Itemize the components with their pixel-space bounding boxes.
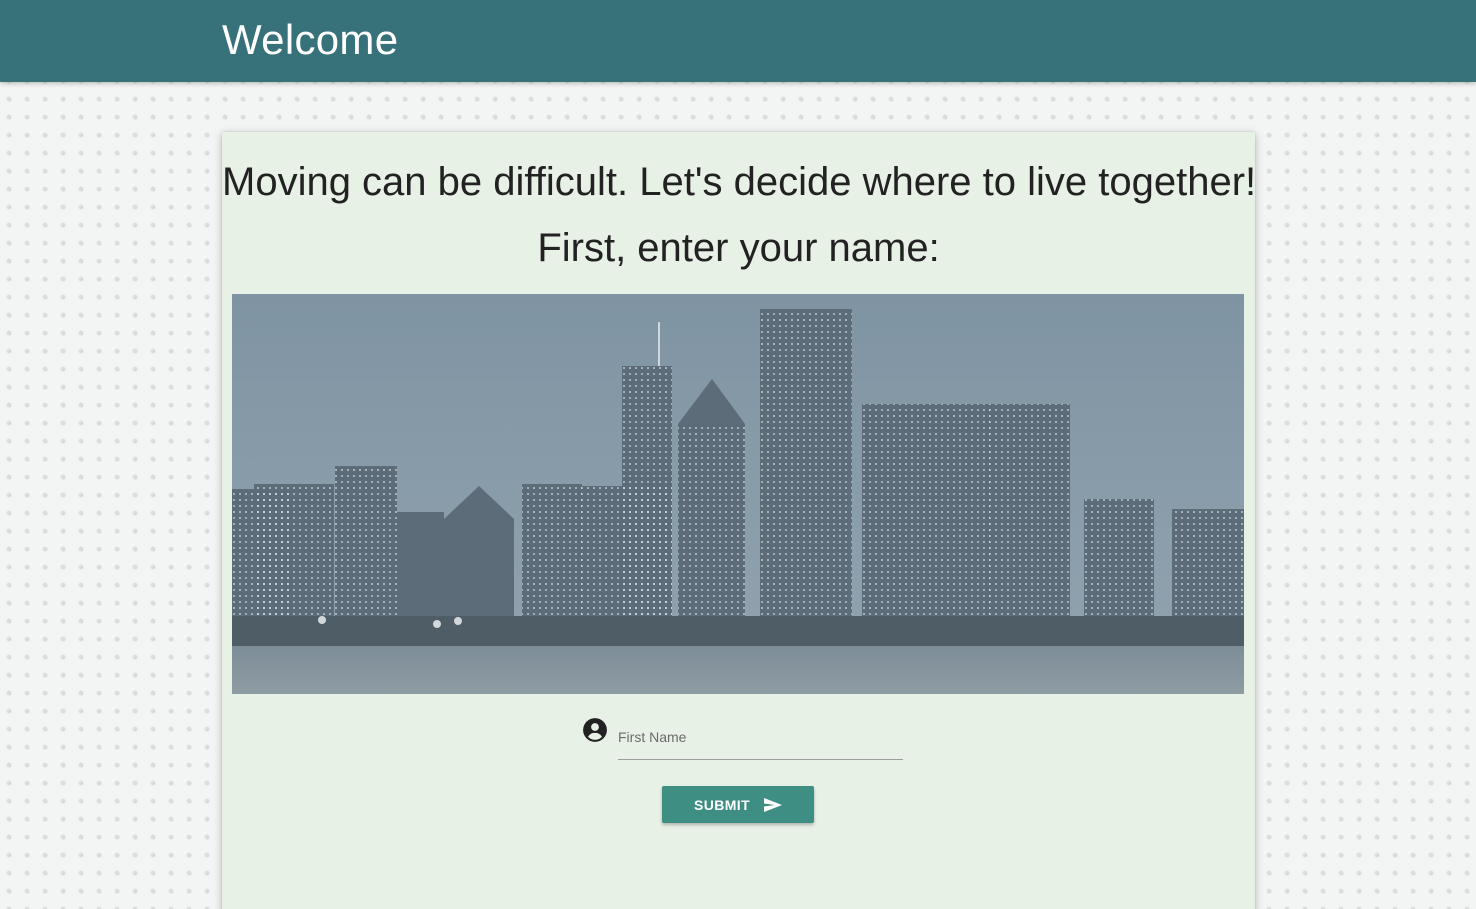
first-name-field[interactable]: First Name (582, 715, 904, 761)
submit-button[interactable]: SUBMIT (662, 786, 814, 823)
page-title: Welcome (222, 16, 399, 63)
city-skyline-image (232, 294, 1244, 694)
top-app-bar: Welcome (0, 0, 1476, 82)
submit-label: SUBMIT (693, 796, 751, 813)
subheadline: First, enter your name: (537, 226, 940, 270)
headline: Moving can be difficult. Let's decide wh… (222, 160, 1257, 204)
welcome-card: Moving can be difficult. Let's decide wh… (222, 132, 1257, 909)
account-circle-icon (583, 718, 607, 742)
send-icon (764, 797, 783, 812)
first-name-input[interactable] (618, 715, 903, 760)
